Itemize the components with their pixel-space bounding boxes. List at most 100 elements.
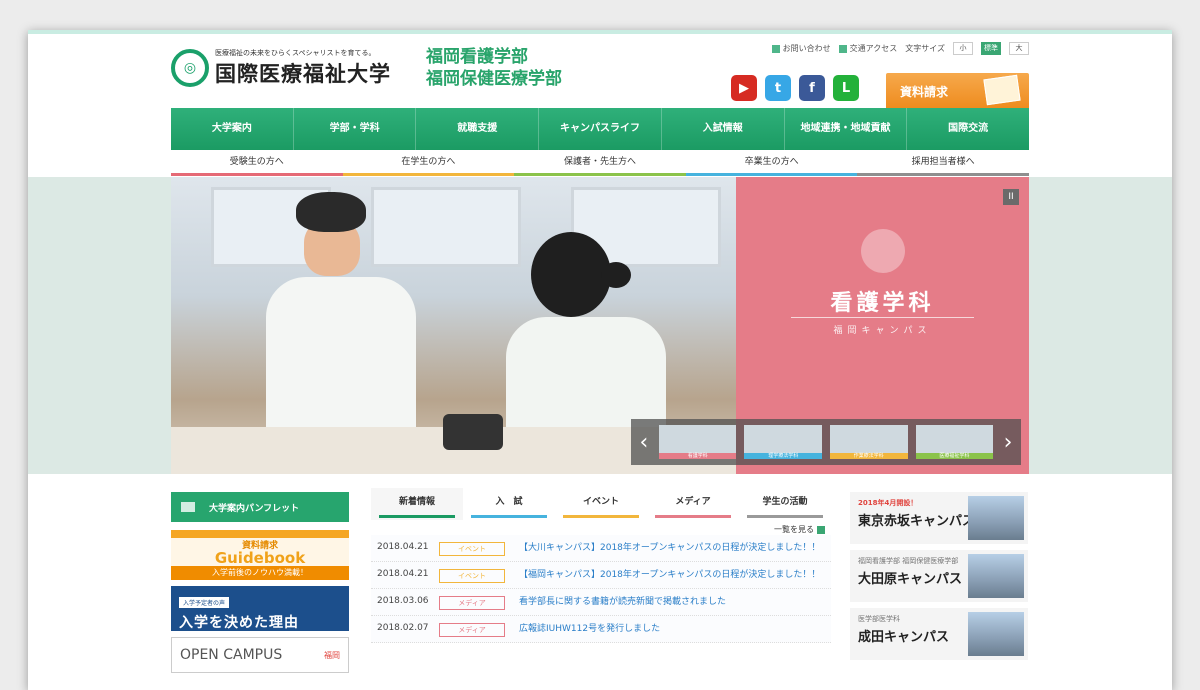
prev-arrow-icon[interactable]: ‹ — [637, 430, 651, 455]
campus-banner-otawara[interactable]: 福岡看護学部 福岡保健医療学部 大田原キャンパス — [850, 550, 1028, 602]
slide-thumbnail[interactable]: 医療福祉学科 — [915, 425, 994, 459]
nav-item-campus-life[interactable]: キャンパスライフ — [539, 108, 662, 150]
youtube-icon[interactable]: ▶ — [731, 75, 757, 101]
line-icon[interactable]: L — [833, 75, 859, 101]
font-size-small-button[interactable]: 小 — [953, 42, 973, 55]
figure-body — [266, 277, 416, 437]
guidebook-banner[interactable]: 資料請求 Guidebook 入学前後のノウハウ満載！ — [171, 530, 349, 580]
student-figure — [266, 192, 416, 442]
campus-banner-tokyo[interactable]: 2018年4月開設！ 東京赤坂キャンパス — [850, 492, 1028, 544]
news-category-badge: イベント — [439, 542, 505, 556]
news-item[interactable]: 2018.04.21 イベント 【大川キャンパス】2018年オープンキャンパスの… — [371, 535, 831, 562]
pamphlet-icon — [181, 502, 195, 512]
news-title[interactable]: 広報誌IUHW112号を発行しました — [519, 623, 825, 636]
guidebook-caption: 入学前後のノウハウ満載！ — [171, 566, 349, 580]
news-date: 2018.04.21 — [377, 542, 429, 552]
access-link[interactable]: 交通アクセス — [838, 43, 898, 54]
social-links: ▶ t f L — [731, 75, 859, 101]
twitter-icon[interactable]: t — [765, 75, 791, 101]
logo-tagline: 医療福祉の未来をひらくスペシャリストを育てる。 — [215, 49, 376, 57]
news-item[interactable]: 2018.04.21 イベント 【福岡キャンパス】2018年オープンキャンパスの… — [371, 562, 831, 589]
square-bullet-icon — [838, 44, 847, 53]
figure-hair-bun — [601, 262, 631, 288]
logo-university-name: 国際医療福祉大学 — [215, 61, 391, 86]
university-logo[interactable]: ◎ 医療福祉の未来をひらくスペシャリストを育てる。 国際医療福祉大学 — [171, 48, 391, 88]
arrow-square-icon — [817, 525, 825, 534]
department-emblem-icon — [861, 229, 905, 273]
tab-admissions[interactable]: 入 試 — [463, 488, 555, 520]
facebook-icon[interactable]: f — [799, 75, 825, 101]
open-campus-banner[interactable]: OPEN CAMPUS 福岡 — [171, 637, 349, 673]
open-campus-label: OPEN CAMPUS — [180, 647, 283, 663]
hero-title: 看護学科 — [830, 291, 935, 316]
faculty-names[interactable]: 福岡看護学部 福岡保健医療学部 — [426, 46, 562, 90]
hero-subtitle: 福岡キャンパス — [833, 326, 932, 336]
audience-graduates[interactable]: 卒業生の方へ — [685, 151, 858, 176]
logo-text: 医療福祉の未来をひらくスペシャリストを育てる。 国際医療福祉大学 — [215, 48, 391, 88]
square-bullet-icon — [771, 44, 780, 53]
next-arrow-icon[interactable]: › — [1001, 430, 1015, 455]
blood-pressure-cuff — [443, 414, 503, 450]
contact-link-label: お問い合わせ — [782, 44, 831, 53]
nav-item-admissions[interactable]: 入試情報 — [662, 108, 785, 150]
tab-student-activities[interactable]: 学生の活動 — [739, 488, 831, 520]
slide-thumbnail[interactable]: 作業療法学科 — [830, 425, 908, 459]
font-size-label: 文字サイズ — [905, 44, 945, 53]
news-date: 2018.04.21 — [377, 569, 429, 579]
news-category-badge: イベント — [439, 569, 505, 583]
slide-thumbnail[interactable]: 理学療法学科 — [744, 425, 823, 459]
browser-window: ◎ 医療福祉の未来をひらくスペシャリストを育てる。 国際医療福祉大学 福岡看護学… — [28, 30, 1172, 690]
reasons-banner[interactable]: 入学予定者の声 入学を決めた理由 — [171, 586, 349, 631]
request-materials-button[interactable]: 資料請求 — [886, 73, 1029, 110]
thumb-caption: 看護学科 — [687, 453, 708, 459]
audience-recruiters[interactable]: 採用担当者様へ — [857, 151, 1029, 176]
access-link-label: 交通アクセス — [849, 44, 898, 53]
nav-item-community[interactable]: 地域連携・地域貢献 — [785, 108, 908, 150]
faculty-line: 福岡看護学部 — [426, 47, 528, 67]
window-shape — [371, 187, 521, 267]
global-nav: 大学案内 学部・学科 就職支援 キャンパスライフ 入試情報 地域連携・地域貢献 … — [171, 108, 1029, 150]
utility-links: お問い合わせ 交通アクセス 文字サイズ 小 標準 大 — [771, 42, 1029, 55]
news-item[interactable]: 2018.02.07 メディア 広報誌IUHW112号を発行しました — [371, 616, 831, 643]
news-category-badge: メディア — [439, 596, 505, 610]
audience-nav: 受験生の方へ 在学生の方へ 保護者・先生方へ 卒業生の方へ 採用担当者様へ — [171, 151, 1029, 176]
slide-thumbnail[interactable]: 看護学科 — [658, 425, 737, 459]
font-size-standard-button[interactable]: 標準 — [981, 42, 1001, 55]
top-accent-line — [28, 30, 1172, 34]
news-panel: 新着情報 入 試 イベント メディア 学生の活動 一覧を見る 2018.04.2… — [371, 488, 831, 690]
pause-button[interactable]: II — [1003, 189, 1019, 205]
tab-events[interactable]: イベント — [555, 488, 647, 520]
news-item[interactable]: 2018.03.06 メディア 看学部長に関する書籍が読売新聞で掲載されました — [371, 589, 831, 616]
audience-students[interactable]: 在学生の方へ — [342, 151, 515, 176]
nav-item-about[interactable]: 大学案内 — [171, 108, 294, 150]
building-photo — [968, 612, 1024, 656]
book-icon — [983, 74, 1021, 106]
contact-link[interactable]: お問い合わせ — [771, 43, 831, 54]
tab-news[interactable]: 新着情報 — [371, 488, 463, 520]
thumb-caption: 作業療法学科 — [853, 453, 884, 459]
news-title[interactable]: 看学部長に関する書籍が読売新聞で掲載されました — [519, 596, 825, 609]
thumb-caption: 理学療法学科 — [768, 453, 799, 459]
pamphlet-button[interactable]: 大学案内パンフレット — [171, 492, 349, 522]
reasons-tag: 入学予定者の声 — [179, 597, 230, 608]
news-category-badge: メディア — [439, 623, 505, 637]
nav-item-faculties[interactable]: 学部・学科 — [294, 108, 417, 150]
logo-mark-icon: ◎ — [171, 49, 209, 87]
nav-item-international[interactable]: 国際交流 — [907, 108, 1029, 150]
news-title[interactable]: 【福岡キャンパス】2018年オープンキャンパスの日程が決定しました！！ — [519, 569, 825, 582]
tab-media[interactable]: メディア — [647, 488, 739, 520]
thumb-caption: 医療福祉学科 — [939, 453, 970, 459]
left-banners: 大学案内パンフレット 資料請求 Guidebook 入学前後のノウハウ満載！ 入… — [171, 492, 349, 673]
nav-item-career[interactable]: 就職支援 — [416, 108, 540, 150]
divider — [791, 317, 974, 318]
open-campus-badge: 福岡 — [324, 650, 340, 660]
audience-parents[interactable]: 保護者・先生方へ — [514, 151, 686, 176]
audience-applicants[interactable]: 受験生の方へ — [171, 151, 343, 176]
news-title[interactable]: 【大川キャンパス】2018年オープンキャンパスの日程が決定しました！！ — [519, 542, 825, 555]
figure-hair — [531, 232, 611, 317]
font-size-large-button[interactable]: 大 — [1009, 42, 1029, 55]
campus-banner-narita[interactable]: 医学部医学科 成田キャンパス — [850, 608, 1028, 660]
pamphlet-label: 大学案内パンフレット — [209, 503, 300, 514]
view-all-link[interactable]: 一覧を見る — [371, 524, 831, 535]
view-all-label: 一覧を見る — [774, 525, 814, 534]
